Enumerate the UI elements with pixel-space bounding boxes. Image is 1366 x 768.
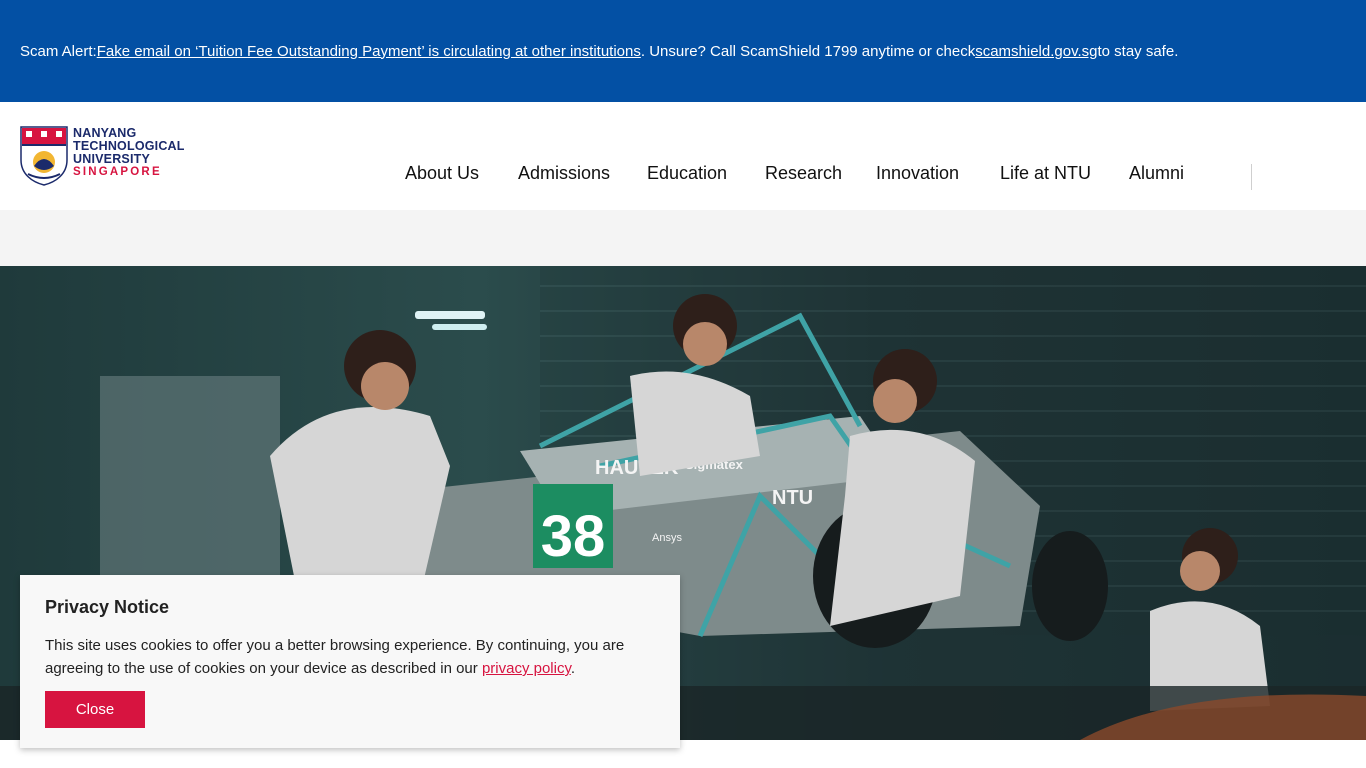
alert-scamshield-link[interactable]: scamshield.gov.sg — [975, 43, 1097, 60]
nav-item-innovation[interactable]: Innovation — [876, 163, 959, 184]
nav-item-about-us[interactable]: About Us — [405, 163, 479, 184]
alert-middle-text: . Unsure? Call ScamShield 1799 anytime o… — [640, 42, 976, 60]
logo-line-3: UNIVERSITY — [73, 152, 151, 166]
logo-line-4: SINGAPORE — [73, 166, 162, 178]
nav-divider — [1251, 164, 1252, 190]
alert-suffix: to stay safe. — [1097, 42, 1179, 60]
privacy-notice-text: This site uses cookies to offer you a be… — [45, 634, 655, 680]
nav-item-research[interactable]: Research — [765, 163, 842, 184]
privacy-notice-title: Privacy Notice — [45, 597, 170, 617]
nav-item-admissions[interactable]: Admissions — [518, 163, 610, 184]
site-header: NANYANG TECHNOLOGICAL UNIVERSITY SINGAPO… — [0, 102, 1366, 210]
privacy-notice-end: . — [570, 660, 576, 677]
scam-alert-banner: Scam Alert: Fake email on ‘Tuition Fee O… — [0, 0, 1366, 102]
privacy-notice-dialog: Privacy Notice This site uses cookies to… — [20, 575, 680, 748]
sponsor-ansys: Ansys — [652, 532, 682, 544]
car-number: 38 — [541, 504, 606, 569]
close-button[interactable]: Close — [45, 691, 145, 728]
ntu-logo[interactable]: NANYANG TECHNOLOGICAL UNIVERSITY SINGAPO… — [20, 126, 190, 188]
privacy-policy-link[interactable]: privacy policy — [482, 660, 571, 677]
ntu-crest-icon — [20, 126, 68, 186]
nav-item-life-at-ntu[interactable]: Life at NTU — [1000, 163, 1091, 184]
secondary-bar — [0, 210, 1366, 266]
alert-fake-email-link[interactable]: Fake email on ‘Tuition Fee Outstanding P… — [97, 43, 641, 60]
team-name: NTU — [772, 487, 813, 509]
nav-item-alumni[interactable]: Alumni — [1129, 163, 1184, 184]
nav-item-education[interactable]: Education — [647, 163, 727, 184]
logo-wordmark: NANYANG TECHNOLOGICAL UNIVERSITY SINGAPO… — [73, 127, 185, 179]
alert-prefix: Scam Alert: — [20, 42, 97, 60]
